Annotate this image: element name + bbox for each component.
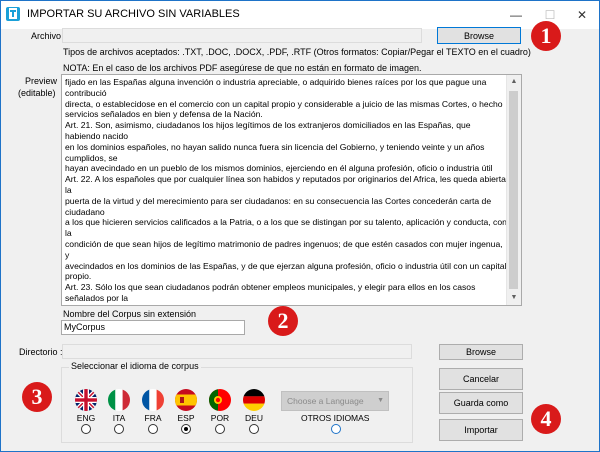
preview-scrollbar[interactable]: ▲ ▼ (506, 75, 521, 305)
scroll-down-icon[interactable]: ▼ (507, 291, 521, 305)
lang-label-deu: DEU (245, 413, 263, 423)
title-bar: IMPORTAR SU ARCHIVO SIN VARIABLES — ☐ ✕ (1, 1, 599, 29)
accepted-types-text: Tipos de archivos aceptados: .TXT, .DOC,… (63, 47, 531, 57)
save-as-button[interactable]: Guarda como (439, 392, 523, 414)
uk-flag-icon[interactable] (75, 389, 97, 411)
app-icon (6, 7, 20, 21)
scroll-thumb[interactable] (509, 91, 518, 289)
window-title: IMPORTAR SU ARCHIVO SIN VARIABLES (27, 8, 240, 20)
radio-ita[interactable] (114, 424, 124, 434)
portugal-flag-icon[interactable] (209, 389, 231, 411)
radio-fra[interactable] (148, 424, 158, 434)
lang-label-fra: FRA (144, 413, 162, 423)
lang-label-por: POR (210, 413, 230, 423)
germany-flag-icon[interactable] (243, 389, 265, 411)
preview-text[interactable]: fijado en las Españas alguna invención o… (65, 77, 508, 303)
annotation-badge-1: 1 (531, 21, 561, 51)
directorio-path-field[interactable] (62, 344, 412, 359)
preview-editable-label: (editable) (18, 88, 56, 98)
import-window: IMPORTAR SU ARCHIVO SIN VARIABLES — ☐ ✕ … (0, 0, 600, 452)
other-languages-label: OTROS IDIOMAS (301, 413, 370, 423)
language-combo-placeholder: Choose a Language (287, 396, 364, 406)
minimize-button[interactable]: — (499, 1, 533, 29)
radio-por[interactable] (215, 424, 225, 434)
corpus-name-label: Nombre del Corpus sin extensión (63, 309, 197, 319)
scroll-up-icon[interactable]: ▲ (507, 75, 521, 89)
close-button[interactable]: ✕ (565, 1, 599, 29)
france-flag-icon[interactable] (142, 389, 164, 411)
annotation-badge-4: 4 (531, 404, 561, 434)
lang-label-esp: ESP (177, 413, 195, 423)
archivo-path-field[interactable] (62, 28, 422, 43)
archivo-label: Archivo (31, 31, 62, 41)
language-combobox[interactable]: Choose a Language ▼ (281, 391, 389, 411)
language-group-title: Seleccionar el idioma de corpus (69, 361, 201, 371)
radio-other[interactable] (331, 424, 341, 434)
import-button[interactable]: Importar (439, 419, 523, 441)
spain-flag-icon[interactable] (175, 389, 197, 411)
directorio-browse-button[interactable]: Browse (439, 344, 523, 360)
directorio-label: Directorio : (19, 347, 63, 357)
lang-label-ita: ITA (112, 413, 126, 423)
chevron-down-icon: ▼ (377, 397, 384, 404)
cancel-button[interactable]: Cancelar (439, 368, 523, 390)
lang-label-eng: ENG (76, 413, 96, 423)
annotation-badge-2: 2 (268, 306, 298, 336)
italy-flag-icon[interactable] (108, 389, 130, 411)
preview-label: Preview (25, 76, 58, 86)
archivo-browse-button[interactable]: Browse (437, 27, 521, 44)
radio-esp[interactable] (181, 424, 191, 434)
radio-deu[interactable] (249, 424, 259, 434)
corpus-name-input[interactable]: MyCorpus (61, 320, 245, 335)
annotation-badge-3: 3 (22, 382, 52, 412)
radio-eng[interactable] (81, 424, 91, 434)
pdf-note-text: NOTA: En el caso de los archivos PDF ase… (63, 63, 422, 73)
preview-textarea[interactable]: fijado en las Españas alguna invención o… (61, 74, 522, 306)
